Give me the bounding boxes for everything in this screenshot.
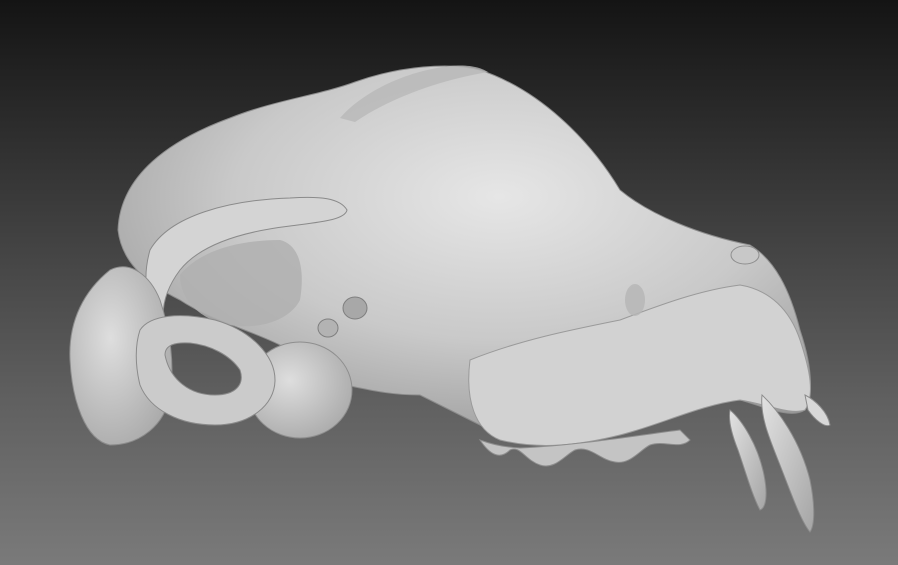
nasal-bump [730,245,760,265]
skull-model[interactable] [0,0,898,565]
canine-tooth-small [729,409,767,511]
incisor-tooth [804,394,831,427]
foramen-1 [342,296,368,320]
foramen-2 [317,318,339,338]
canine-tooth-large [761,393,815,533]
orbit-ridge [625,284,645,316]
3d-viewport[interactable] [0,0,898,565]
